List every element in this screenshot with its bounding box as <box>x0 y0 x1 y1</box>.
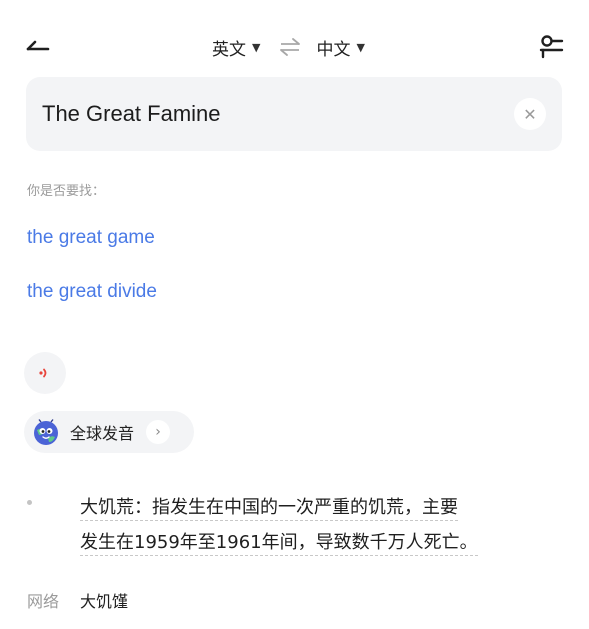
definition-text: 大饥荒：指发生在中国的一次严重的饥荒，主要 发生在1959年至1961年间，导致… <box>80 490 550 560</box>
clear-button[interactable]: ✕ <box>514 98 546 130</box>
target-language-label: 中文 <box>316 39 351 60</box>
chevron-right-icon: › <box>146 420 171 444</box>
caret-down-icon: ▼ <box>356 40 365 54</box>
swap-icon[interactable] <box>278 37 302 57</box>
close-icon: ✕ <box>523 104 537 124</box>
global-pronunciation-button[interactable]: 全球发音 › <box>24 411 194 453</box>
network-label: 网络 <box>27 592 60 611</box>
back-arrow-icon <box>26 40 50 51</box>
definition-bullet <box>27 500 32 505</box>
definition-line: 发生在1959年至1961年间，导致数千万人死亡。 <box>80 532 478 556</box>
speaker-wave-icon <box>39 368 47 378</box>
search-box: ✕ <box>26 77 562 151</box>
suggestion-item[interactable]: the great game <box>27 227 155 249</box>
network-translation[interactable]: 大饥馑 <box>80 588 128 612</box>
settings-button[interactable] <box>538 32 564 60</box>
globe-mascot-icon <box>34 419 58 445</box>
language-switcher: 英文 ▼ 中文 ▼ <box>212 34 365 60</box>
search-input[interactable] <box>42 77 502 151</box>
settings-slider-icon <box>539 35 564 59</box>
suggestion-item[interactable]: the great divide <box>27 281 157 303</box>
target-language-select[interactable]: 中文 ▼ <box>316 35 364 60</box>
back-button[interactable] <box>22 32 54 60</box>
source-language-label: 英文 <box>212 39 246 60</box>
definition-line: 大饥荒：指发生在中国的一次严重的饥荒，主要 <box>80 497 458 521</box>
global-pronunciation-label: 全球发音 <box>70 424 135 443</box>
caret-down-icon: ▼ <box>252 40 261 54</box>
source-language-select[interactable]: 英文 ▼ <box>212 35 260 60</box>
suggestions-label: 你是否要找： <box>27 184 106 199</box>
play-pronunciation-button[interactable] <box>24 352 66 394</box>
